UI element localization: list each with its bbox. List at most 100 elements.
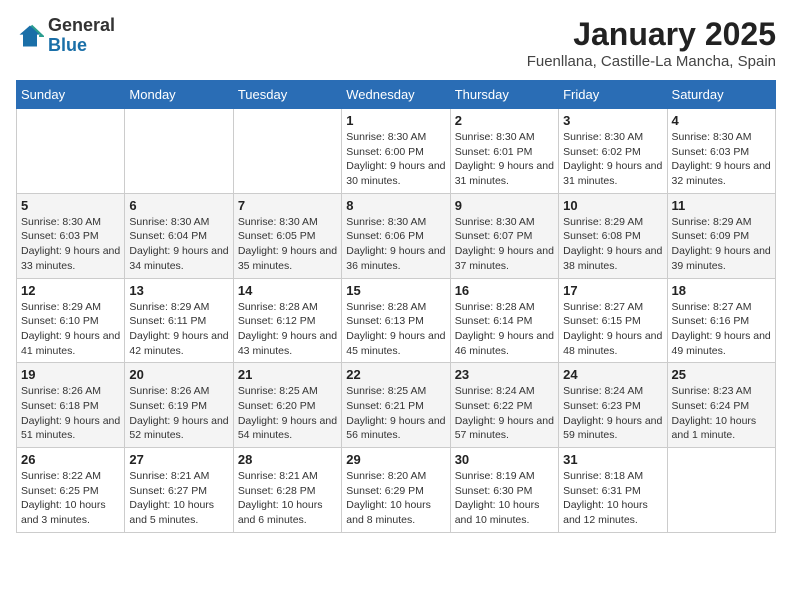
day-info: Sunrise: 8:30 AM Sunset: 6:06 PM Dayligh… [346,215,445,274]
calendar-cell: 23 Sunrise: 8:24 AM Sunset: 6:22 PM Dayli… [450,363,558,448]
calendar-cell: 13 Sunrise: 8:29 AM Sunset: 6:11 PM Dayli… [125,278,233,363]
day-number: 23 [455,367,554,382]
calendar-cell: 20 Sunrise: 8:26 AM Sunset: 6:19 PM Dayli… [125,363,233,448]
calendar-cell: 3Sunrise: 8:30 AM Sunset: 6:02 PM Daylig… [559,109,667,194]
title-block: January 2025 Fuenllana, Castille-La Manc… [527,16,776,70]
day-info: Sunrise: 8:18 AM Sunset: 6:31 PM Dayligh… [563,469,662,528]
day-number: 8 [346,198,445,213]
calendar-cell [667,448,775,533]
calendar-cell: 15 Sunrise: 8:28 AM Sunset: 6:13 PM Dayli… [342,278,450,363]
calendar-cell: 21 Sunrise: 8:25 AM Sunset: 6:20 PM Dayli… [233,363,341,448]
day-number: 4 [672,113,771,128]
day-info: Sunrise: 8:29 AM Sunset: 6:10 PM Dayligh… [21,300,120,359]
day-info: Sunrise: 8:30 AM Sunset: 6:07 PM Dayligh… [455,215,554,274]
day-info: Sunrise: 8:30 AM Sunset: 6:03 PM Dayligh… [21,215,120,274]
day-info: Sunrise: 8:27 AM Sunset: 6:16 PM Dayligh… [672,300,771,359]
calendar-cell: 30Sunrise: 8:19 AM Sunset: 6:30 PM Dayli… [450,448,558,533]
calendar-cell: 14 Sunrise: 8:28 AM Sunset: 6:12 PM Dayli… [233,278,341,363]
week-row-5: 26Sunrise: 8:22 AM Sunset: 6:25 PM Dayli… [17,448,776,533]
weekday-header-friday: Friday [559,81,667,109]
calendar: SundayMondayTuesdayWednesdayThursdayFrid… [16,80,776,533]
day-number: 20 [129,367,228,382]
logo: General Blue [16,16,115,56]
location: Fuenllana, Castille-La Mancha, Spain [527,53,776,70]
calendar-cell: 18 Sunrise: 8:27 AM Sunset: 6:16 PM Dayli… [667,278,775,363]
day-number: 21 [238,367,337,382]
calendar-cell: 10Sunrise: 8:29 AM Sunset: 6:08 PM Dayli… [559,193,667,278]
day-number: 30 [455,452,554,467]
day-info: Sunrise: 8:26 AM Sunset: 6:19 PM Dayligh… [129,384,228,443]
logo-icon [16,22,44,50]
calendar-cell: 11Sunrise: 8:29 AM Sunset: 6:09 PM Dayli… [667,193,775,278]
day-info: Sunrise: 8:30 AM Sunset: 6:04 PM Dayligh… [129,215,228,274]
weekday-header-tuesday: Tuesday [233,81,341,109]
calendar-cell: 27 Sunrise: 8:21 AM Sunset: 6:27 PM Dayli… [125,448,233,533]
calendar-cell [233,109,341,194]
calendar-cell: 28Sunrise: 8:21 AM Sunset: 6:28 PM Dayli… [233,448,341,533]
weekday-header-wednesday: Wednesday [342,81,450,109]
calendar-cell: 1Sunrise: 8:30 AM Sunset: 6:00 PM Daylig… [342,109,450,194]
calendar-cell: 26Sunrise: 8:22 AM Sunset: 6:25 PM Dayli… [17,448,125,533]
day-number: 17 [563,283,662,298]
page-header: General Blue January 2025 Fuenllana, Cas… [16,16,776,70]
day-number: 15 [346,283,445,298]
calendar-cell: 24 Sunrise: 8:24 AM Sunset: 6:23 PM Dayli… [559,363,667,448]
day-info: Sunrise: 8:29 AM Sunset: 6:11 PM Dayligh… [129,300,228,359]
calendar-cell: 4 Sunrise: 8:30 AM Sunset: 6:03 PM Daylig… [667,109,775,194]
day-number: 31 [563,452,662,467]
day-number: 10 [563,198,662,213]
day-number: 7 [238,198,337,213]
day-info: Sunrise: 8:30 AM Sunset: 6:02 PM Dayligh… [563,130,662,189]
calendar-cell: 6 Sunrise: 8:30 AM Sunset: 6:04 PM Daylig… [125,193,233,278]
month-title: January 2025 [527,16,776,53]
day-info: Sunrise: 8:30 AM Sunset: 6:03 PM Dayligh… [672,130,771,189]
weekday-header-thursday: Thursday [450,81,558,109]
calendar-cell: 12 Sunrise: 8:29 AM Sunset: 6:10 PM Dayli… [17,278,125,363]
calendar-cell: 7 Sunrise: 8:30 AM Sunset: 6:05 PM Daylig… [233,193,341,278]
day-number: 29 [346,452,445,467]
day-info: Sunrise: 8:24 AM Sunset: 6:22 PM Dayligh… [455,384,554,443]
day-info: Sunrise: 8:23 AM Sunset: 6:24 PM Dayligh… [672,384,771,443]
calendar-cell: 8 Sunrise: 8:30 AM Sunset: 6:06 PM Daylig… [342,193,450,278]
weekday-header-row: SundayMondayTuesdayWednesdayThursdayFrid… [17,81,776,109]
week-row-2: 5Sunrise: 8:30 AM Sunset: 6:03 PM Daylig… [17,193,776,278]
calendar-cell: 31 Sunrise: 8:18 AM Sunset: 6:31 PM Dayli… [559,448,667,533]
weekday-header-saturday: Saturday [667,81,775,109]
day-number: 27 [129,452,228,467]
day-info: Sunrise: 8:28 AM Sunset: 6:13 PM Dayligh… [346,300,445,359]
day-info: Sunrise: 8:27 AM Sunset: 6:15 PM Dayligh… [563,300,662,359]
logo-text: General Blue [48,16,115,56]
day-number: 6 [129,198,228,213]
day-number: 16 [455,283,554,298]
day-info: Sunrise: 8:20 AM Sunset: 6:29 PM Dayligh… [346,469,445,528]
day-number: 9 [455,198,554,213]
day-number: 26 [21,452,120,467]
day-number: 13 [129,283,228,298]
day-info: Sunrise: 8:30 AM Sunset: 6:05 PM Dayligh… [238,215,337,274]
day-info: Sunrise: 8:25 AM Sunset: 6:20 PM Dayligh… [238,384,337,443]
day-number: 24 [563,367,662,382]
day-number: 18 [672,283,771,298]
calendar-cell: 5Sunrise: 8:30 AM Sunset: 6:03 PM Daylig… [17,193,125,278]
day-info: Sunrise: 8:24 AM Sunset: 6:23 PM Dayligh… [563,384,662,443]
day-info: Sunrise: 8:28 AM Sunset: 6:12 PM Dayligh… [238,300,337,359]
calendar-cell: 19Sunrise: 8:26 AM Sunset: 6:18 PM Dayli… [17,363,125,448]
calendar-cell [125,109,233,194]
day-info: Sunrise: 8:21 AM Sunset: 6:27 PM Dayligh… [129,469,228,528]
calendar-cell: 25Sunrise: 8:23 AM Sunset: 6:24 PM Dayli… [667,363,775,448]
weekday-header-monday: Monday [125,81,233,109]
calendar-cell: 16Sunrise: 8:28 AM Sunset: 6:14 PM Dayli… [450,278,558,363]
week-row-4: 19Sunrise: 8:26 AM Sunset: 6:18 PM Dayli… [17,363,776,448]
calendar-cell: 29 Sunrise: 8:20 AM Sunset: 6:29 PM Dayli… [342,448,450,533]
day-info: Sunrise: 8:29 AM Sunset: 6:09 PM Dayligh… [672,215,771,274]
day-number: 14 [238,283,337,298]
week-row-3: 12 Sunrise: 8:29 AM Sunset: 6:10 PM Dayli… [17,278,776,363]
weekday-header-sunday: Sunday [17,81,125,109]
day-info: Sunrise: 8:21 AM Sunset: 6:28 PM Dayligh… [238,469,337,528]
day-info: Sunrise: 8:30 AM Sunset: 6:00 PM Dayligh… [346,130,445,189]
calendar-cell [17,109,125,194]
day-number: 22 [346,367,445,382]
day-info: Sunrise: 8:25 AM Sunset: 6:21 PM Dayligh… [346,384,445,443]
day-info: Sunrise: 8:30 AM Sunset: 6:01 PM Dayligh… [455,130,554,189]
day-number: 12 [21,283,120,298]
